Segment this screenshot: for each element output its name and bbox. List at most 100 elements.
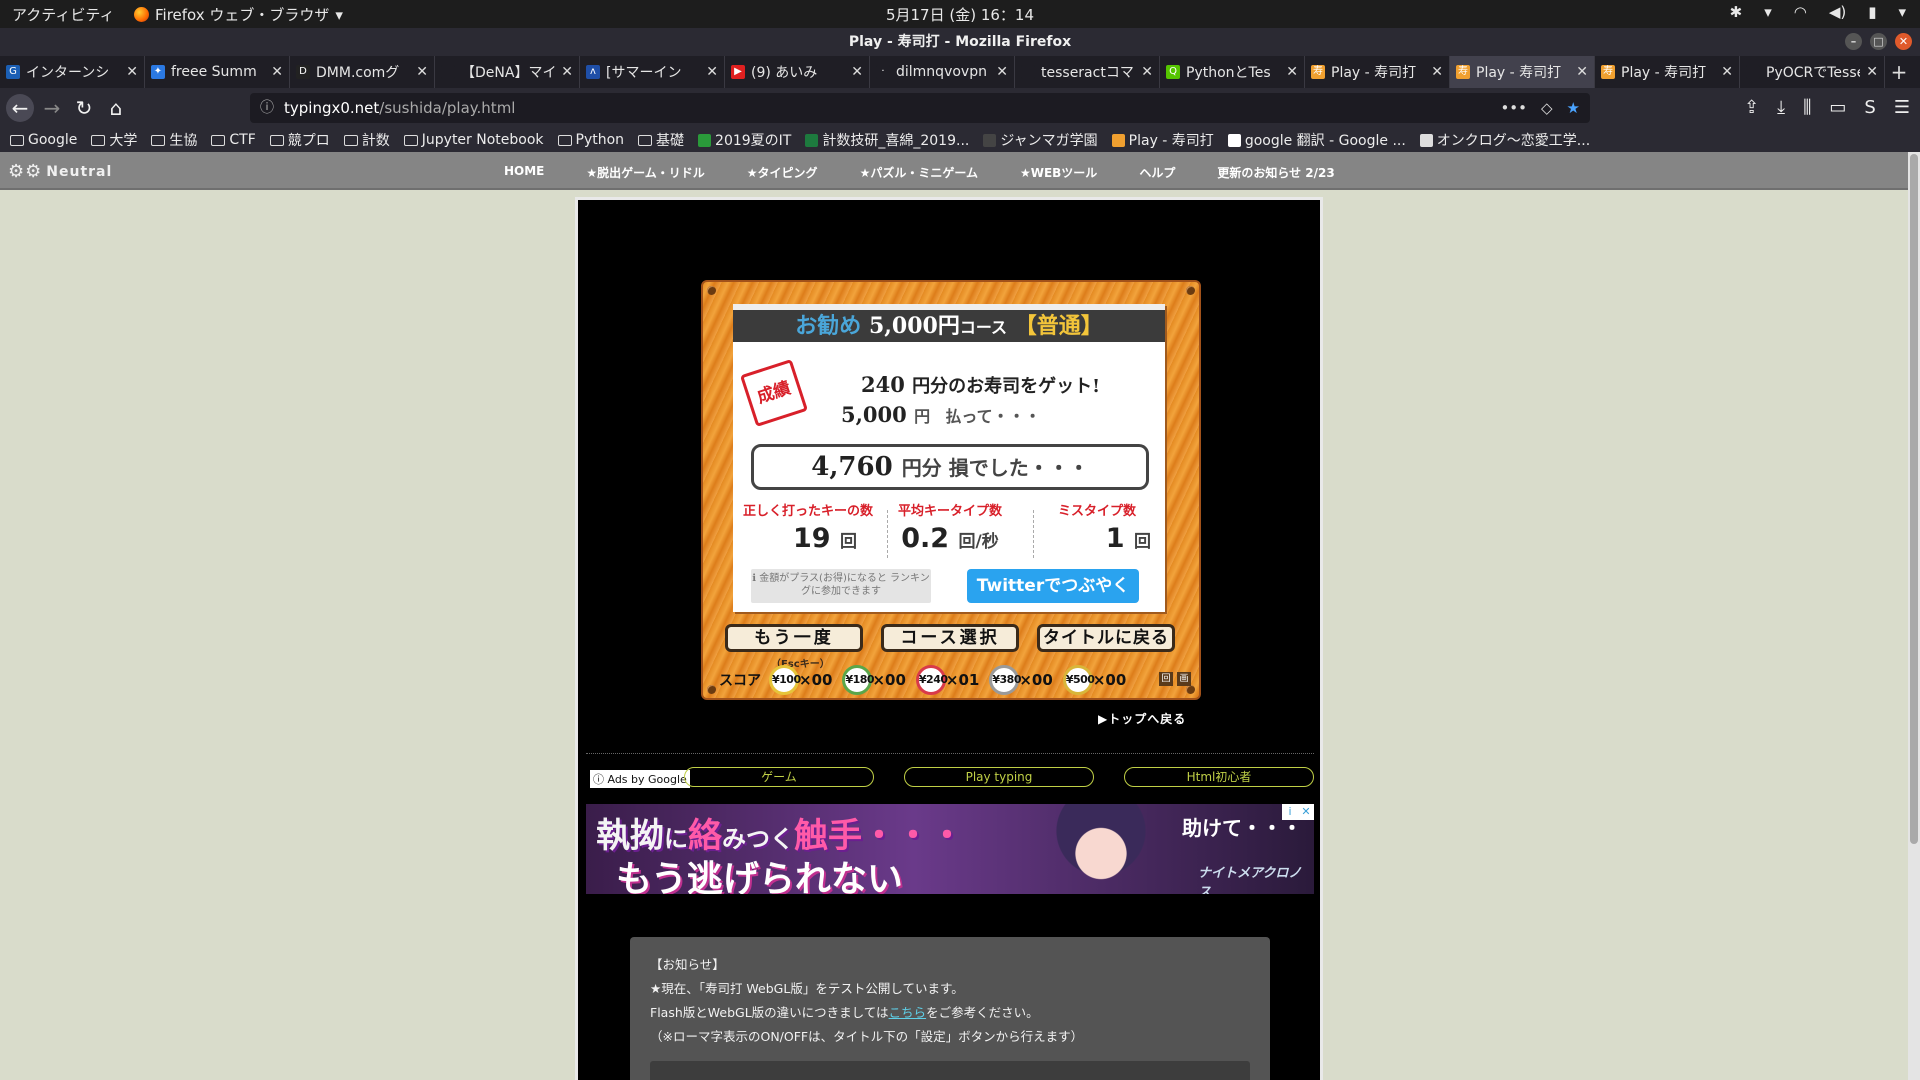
tab[interactable]: D DMM.comグ ✕ xyxy=(290,56,435,88)
pocket-icon[interactable]: ◇ xyxy=(1541,93,1553,123)
maximize-icon[interactable]: □ xyxy=(1870,33,1887,50)
ad-banner[interactable]: 執拗に絡みつく触手・・・ もう逃げられない 助けて・・・ ナイトメアクロノス i… xyxy=(586,804,1314,894)
tab[interactable]: PyOCRでTesser ✕ xyxy=(1740,56,1885,88)
scrollbar-thumb[interactable] xyxy=(1910,154,1918,844)
tab[interactable]: tesseractコマン ✕ xyxy=(1015,56,1160,88)
minimize-icon[interactable]: – xyxy=(1845,33,1862,50)
url-bar[interactable]: ⓘ typingx0.net/sushida/play.html ••• ◇ ★ xyxy=(250,93,1590,123)
power-menu-icon[interactable]: ▾ xyxy=(1898,3,1906,21)
activities-button[interactable]: アクティビティ xyxy=(12,4,114,25)
back-button[interactable]: ← xyxy=(6,94,34,122)
menu-home[interactable]: HOME xyxy=(504,164,544,181)
menu-web-tools[interactable]: ★WEBツール xyxy=(1020,164,1097,181)
tab-close-icon[interactable]: ✕ xyxy=(851,64,863,80)
menu-puzzle[interactable]: ★パズル・ミニゲーム xyxy=(860,164,978,181)
tab-close-icon[interactable]: ✕ xyxy=(416,64,428,80)
bookmark-item[interactable]: Play - 寿司打 xyxy=(1111,130,1214,150)
ad-link-play-typing[interactable]: Play typing xyxy=(904,767,1094,787)
tab[interactable]: G インターンシ ✕ xyxy=(0,56,145,88)
download-icon[interactable]: ⤓ xyxy=(1777,94,1785,122)
bookmark-item[interactable]: Python xyxy=(557,132,624,148)
site-info-icon[interactable]: ⓘ xyxy=(260,93,274,123)
page-actions-menu-icon[interactable]: ••• xyxy=(1500,93,1527,123)
tab-close-icon[interactable]: ✕ xyxy=(1866,64,1878,80)
sidebar-icon[interactable]: ▭ xyxy=(1829,94,1846,122)
hamburger-menu-icon[interactable]: ☰ xyxy=(1894,94,1910,122)
bookmark-item[interactable]: 基礎 xyxy=(638,130,684,150)
slack-icon[interactable]: ✱ xyxy=(1730,3,1743,21)
app-menu[interactable]: Firefox ウェブ・ブラウザ ▾ xyxy=(134,4,343,25)
tab-close-icon[interactable]: ✕ xyxy=(1576,64,1588,80)
plate-icon: ¥380 xyxy=(989,665,1021,695)
reload-button[interactable]: ↻ xyxy=(70,94,98,122)
battery-icon[interactable]: ▮ xyxy=(1868,3,1876,21)
menu-help[interactable]: ヘルプ xyxy=(1139,164,1175,181)
menu-escape-games[interactable]: ★脱出ゲーム・リドル xyxy=(586,164,704,181)
adchoices-info-icon[interactable]: i xyxy=(1282,804,1298,820)
url-path: /sushida/play.html xyxy=(379,99,516,117)
bookmark-item[interactable]: google 翻訳 - Google ... xyxy=(1227,130,1406,150)
sync-account-icon[interactable]: S xyxy=(1864,94,1875,122)
bookmark-item[interactable]: ジャンマガ学園 xyxy=(983,130,1098,150)
tab-close-icon[interactable]: ✕ xyxy=(1721,64,1733,80)
bookmark-star-icon[interactable]: ★ xyxy=(1567,93,1580,123)
ad-link-html-beginner[interactable]: Html初心者 xyxy=(1124,767,1314,787)
notice-link[interactable]: こちら xyxy=(889,1005,927,1020)
tweet-button[interactable]: Twitterでつぶやく xyxy=(967,569,1139,603)
menu-updates[interactable]: 更新のお知らせ 2/23 xyxy=(1217,164,1334,181)
bookmark-item[interactable]: 2019夏のIT xyxy=(698,130,791,150)
wifi-icon[interactable]: ◠ xyxy=(1794,3,1807,21)
replay-icon[interactable]: 回 xyxy=(1159,672,1173,686)
plate-count: ×00 xyxy=(799,671,833,689)
tab[interactable]: ✦ freee Summ ✕ xyxy=(145,56,290,88)
back-to-title-button[interactable]: タイトルに戻る xyxy=(1037,624,1175,652)
tab-close-icon[interactable]: ✕ xyxy=(561,64,573,80)
tab[interactable]: 寿 Play - 寿司打 ✕ xyxy=(1450,56,1595,88)
ads-by-google[interactable]: ⓘ Ads by Google xyxy=(590,770,690,788)
close-window-icon[interactable]: ✕ xyxy=(1895,33,1912,50)
bookmark-item[interactable]: 生協 xyxy=(151,130,197,150)
ad-close-icon[interactable]: ✕ xyxy=(1298,804,1314,820)
tab-close-icon[interactable]: ✕ xyxy=(1286,64,1298,80)
bookmark-item[interactable]: 計数 xyxy=(343,130,390,150)
tab[interactable]: Q PythonとTes ✕ xyxy=(1160,56,1305,88)
tab-close-icon[interactable]: ✕ xyxy=(996,64,1008,80)
tab[interactable]: 寿 Play - 寿司打 ✕ xyxy=(1595,56,1740,88)
bookmark-item[interactable]: Google xyxy=(10,132,77,148)
tab[interactable]: 寿 Play - 寿司打 ✕ xyxy=(1305,56,1450,88)
bookmark-item[interactable]: 計数技研_喜綿_2019... xyxy=(805,130,969,150)
tab-close-icon[interactable]: ✕ xyxy=(706,64,718,80)
page-scrollbar[interactable] xyxy=(1908,152,1920,1080)
url-host: typingx0.net xyxy=(284,99,380,117)
tab[interactable]: ▶ (9) あいみ ✕ xyxy=(725,56,870,88)
tab-close-icon[interactable]: ✕ xyxy=(1141,64,1153,80)
site-logo[interactable]: ⚙⚙ Neutral xyxy=(8,161,112,182)
tab-close-icon[interactable]: ✕ xyxy=(271,64,283,80)
bookmark-item[interactable]: オンクログ〜恋愛工学... xyxy=(1419,130,1590,150)
bookmark-item[interactable]: CTF xyxy=(211,132,256,148)
tab-close-icon[interactable]: ✕ xyxy=(1431,64,1443,80)
library-icon[interactable]: ⫼ xyxy=(1803,94,1811,122)
back-to-top-link[interactable]: ▶トップへ戻る xyxy=(1098,710,1186,727)
system-tray[interactable]: ✱ ▾ ◠ ◀) ▮ ▾ xyxy=(1730,3,1906,21)
screen-icon[interactable]: 画 xyxy=(1177,672,1191,686)
forward-button[interactable]: → xyxy=(38,94,66,122)
tab[interactable]: 【DeNA】マイ ✕ xyxy=(435,56,580,88)
dropdown-icon[interactable]: ▾ xyxy=(1764,3,1772,21)
tab[interactable]: ʌ [サマーイン ✕ xyxy=(580,56,725,88)
menu-typing[interactable]: ★タイピング xyxy=(747,164,818,181)
volume-icon[interactable]: ◀) xyxy=(1829,3,1846,21)
home-button[interactable]: ⌂ xyxy=(102,94,130,122)
share-icon[interactable]: ⇪ xyxy=(1744,94,1759,122)
tab-close-icon[interactable]: ✕ xyxy=(126,64,138,80)
course-select-button[interactable]: コース選択 xyxy=(881,624,1019,652)
new-tab-button[interactable]: + xyxy=(1885,56,1913,88)
bookmark-item[interactable]: 競プロ xyxy=(269,130,330,150)
bookmark-item[interactable]: 大学 xyxy=(91,130,137,150)
bookmark-item[interactable]: Jupyter Notebook xyxy=(403,132,544,148)
plate-icon: ¥180 xyxy=(842,665,875,695)
tab[interactable]: · dilmnqvovpn ✕ xyxy=(870,56,1015,88)
ad-link-game[interactable]: ゲーム xyxy=(684,767,874,787)
retry-button[interactable]: もう一度 xyxy=(725,624,863,652)
stat-number: 0.2 xyxy=(901,523,950,554)
